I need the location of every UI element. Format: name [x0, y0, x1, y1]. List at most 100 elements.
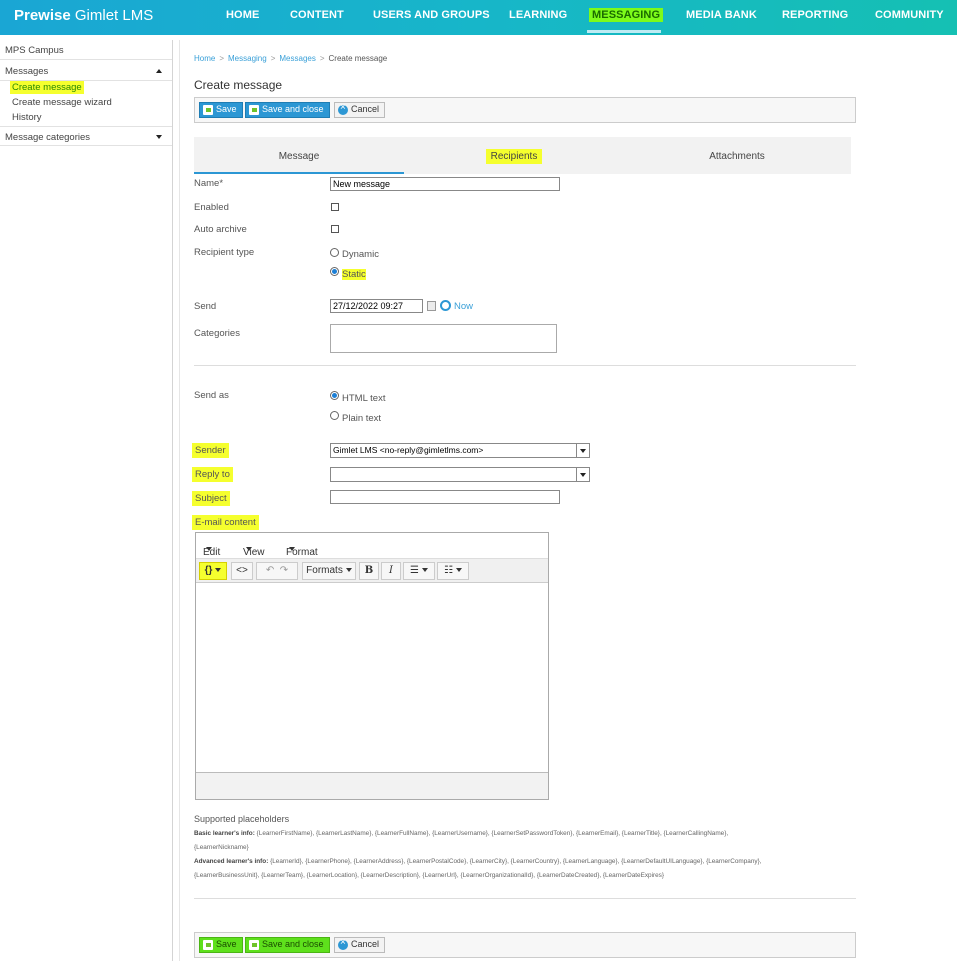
numbered-list-button[interactable]: ☷: [437, 562, 469, 580]
tab-attachments[interactable]: Attachments: [634, 137, 840, 174]
subject-input[interactable]: [330, 490, 560, 504]
chevron-down-icon: [576, 468, 589, 481]
breadcrumb-messaging[interactable]: Messaging: [228, 54, 267, 63]
collapse-icon[interactable]: [156, 69, 162, 73]
placeholders-advanced: Advanced learner's info: {LearnerId}, {L…: [194, 858, 762, 879]
cancel-button[interactable]: Cancel: [334, 937, 386, 953]
section-divider: [194, 365, 856, 366]
name-input[interactable]: New message: [330, 177, 560, 191]
bullet-list-button[interactable]: ☰: [403, 562, 435, 580]
reply-to-label: Reply to: [192, 467, 233, 482]
send-date-input[interactable]: 27/12/2022 09:27: [330, 299, 423, 313]
subject-label: Subject: [192, 491, 230, 506]
recipient-static-radio[interactable]: [330, 267, 339, 276]
save-icon: [203, 105, 213, 115]
reply-to-select[interactable]: [330, 467, 590, 482]
plain-text-label: Plain text: [342, 413, 382, 424]
sender-select[interactable]: Gimlet LMS <no-reply@gimletlms.com>: [330, 443, 590, 458]
nav-content[interactable]: CONTENT: [290, 9, 344, 21]
cancel-icon: [338, 937, 348, 950]
categories-field[interactable]: [330, 324, 557, 353]
save-and-close-button[interactable]: Save and close: [245, 937, 330, 953]
placeholder-button[interactable]: {}: [199, 562, 227, 580]
sidebar-section-messages[interactable]: Messages: [0, 61, 172, 81]
sidebar-campus[interactable]: MPS Campus: [0, 40, 172, 60]
categories-label: Categories: [194, 328, 240, 339]
cancel-button[interactable]: Cancel: [334, 102, 386, 118]
editor-content-area[interactable]: [196, 584, 548, 772]
sidebar-item-history[interactable]: History: [12, 112, 42, 123]
auto-archive-label: Auto archive: [194, 224, 247, 235]
save-and-close-button[interactable]: Save and close: [245, 102, 330, 118]
undo-redo-buttons[interactable]: ↶ ↷: [256, 562, 298, 580]
undo-icon[interactable]: ↶: [266, 565, 274, 576]
editor-menubar: Edit View Format: [196, 533, 548, 559]
formats-dropdown[interactable]: Formats: [302, 562, 356, 580]
bottom-toolbar: Save Save and close Cancel: [194, 932, 856, 958]
plain-text-radio[interactable]: [330, 411, 339, 420]
breadcrumb-messages[interactable]: Messages: [279, 54, 315, 63]
tab-message[interactable]: Message: [194, 137, 404, 174]
html-text-label: HTML text: [342, 393, 386, 404]
sender-label: Sender: [192, 443, 229, 458]
nav-media-bank[interactable]: MEDIA BANK: [686, 9, 757, 21]
active-nav-indicator: [587, 30, 661, 33]
brand-name-bold: Prewise: [14, 7, 71, 24]
sidebar-item-create-message-wizard[interactable]: Create message wizard: [12, 97, 112, 108]
enabled-checkbox[interactable]: [331, 203, 339, 211]
placeholders-basic: Basic learner's info: {LearnerFirstName}…: [194, 830, 729, 851]
chevron-down-icon: [576, 444, 589, 457]
nav-users-and-groups[interactable]: USERS AND GROUPS: [373, 9, 490, 21]
nav-home[interactable]: HOME: [226, 9, 259, 21]
italic-button[interactable]: I: [381, 562, 401, 580]
tab-bar: Message Recipients Attachments: [194, 137, 851, 174]
auto-archive-checkbox[interactable]: [331, 225, 339, 233]
nav-reporting[interactable]: REPORTING: [782, 9, 848, 21]
nav-learning[interactable]: LEARNING: [509, 9, 567, 21]
placeholders-title: Supported placeholders: [194, 814, 290, 824]
sidebar-section-message-categories[interactable]: Message categories: [0, 126, 172, 146]
sidebar: MPS Campus Messages Create message Creat…: [0, 40, 173, 961]
sidebar-item-create-message[interactable]: Create message: [10, 81, 84, 94]
breadcrumb-home[interactable]: Home: [194, 54, 215, 63]
recipient-static-label: Static: [342, 269, 366, 280]
breadcrumb: Home > Messaging > Messages > Create message: [194, 54, 388, 63]
app-logo[interactable]: Prewise Gimlet LMS: [14, 7, 153, 24]
nav-messaging[interactable]: MESSAGING: [589, 8, 664, 22]
top-navigation-bar: Prewise Gimlet LMS HOME CONTENT USERS AN…: [0, 0, 957, 35]
sidebar-section-label: Message categories: [5, 132, 91, 143]
section-divider: [194, 898, 856, 899]
main-content: Home > Messaging > Messages > Create message C…: [179, 40, 957, 961]
clock-icon[interactable]: [440, 300, 451, 311]
source-code-button[interactable]: <>: [231, 562, 253, 580]
email-content-label: E-mail content: [192, 515, 259, 530]
save-button[interactable]: Save: [199, 102, 243, 118]
save-button[interactable]: Save: [199, 937, 243, 953]
breadcrumb-current: Create message: [328, 54, 388, 63]
html-text-radio[interactable]: [330, 391, 339, 400]
recipient-type-label: Recipient type: [194, 247, 255, 258]
sidebar-section-label: Messages: [5, 66, 49, 77]
now-link[interactable]: Now: [454, 301, 473, 312]
send-label: Send: [194, 301, 217, 312]
numbered-list-icon: ☷: [444, 565, 453, 576]
save-close-icon: [249, 940, 259, 950]
send-as-label: Send as: [194, 390, 229, 401]
recipient-dynamic-radio[interactable]: [330, 248, 339, 257]
editor-toolbar: {} <> ↶ ↷ Formats B I ☰ ☷: [196, 559, 548, 583]
top-toolbar: Save Save and close Cancel: [194, 97, 856, 123]
expand-icon[interactable]: [156, 135, 162, 139]
nav-community[interactable]: COMMUNITY: [875, 9, 944, 21]
name-label: Name*: [194, 178, 224, 189]
rich-text-editor: Edit View Format {} <> ↶ ↷ Formats B I ☰…: [195, 532, 549, 800]
brand-name-rest: Gimlet LMS: [74, 7, 154, 24]
calendar-icon[interactable]: [427, 301, 436, 311]
cancel-icon: [338, 102, 348, 115]
save-icon: [203, 940, 213, 950]
bold-button[interactable]: B: [359, 562, 379, 580]
sidebar-campus-label: MPS Campus: [5, 45, 64, 56]
recipient-dynamic-label: Dynamic: [342, 249, 379, 260]
save-close-icon: [249, 105, 259, 115]
redo-icon[interactable]: ↷: [280, 565, 288, 576]
tab-recipients[interactable]: Recipients: [412, 137, 616, 174]
